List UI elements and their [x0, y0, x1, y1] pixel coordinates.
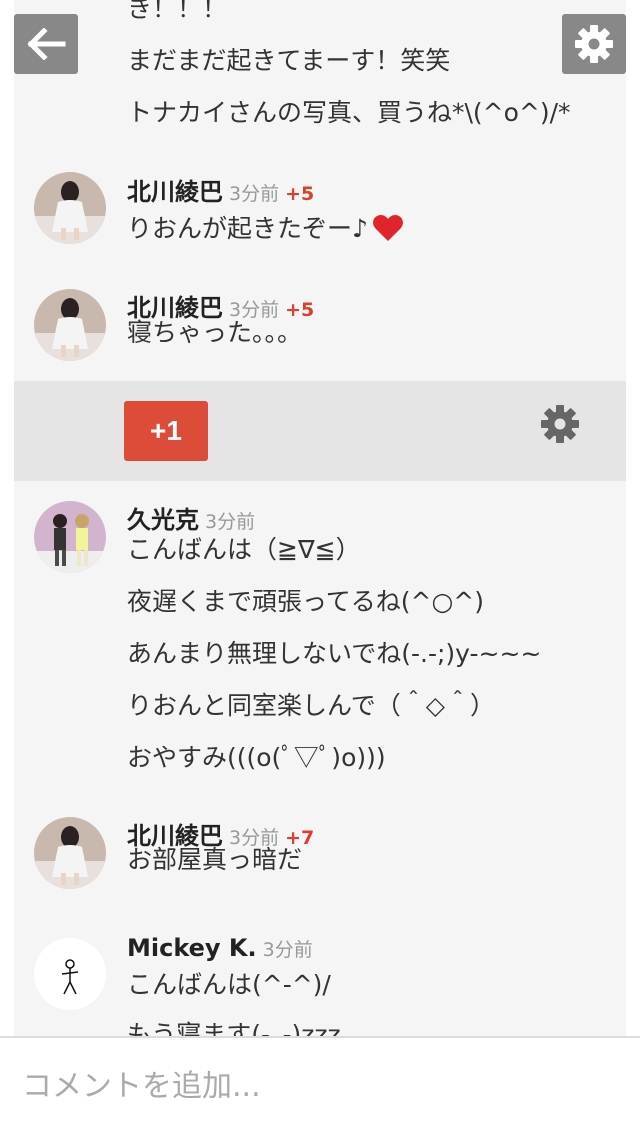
post-text-line: トナカイさんの写真、買うね*\(^o^)/* — [127, 98, 571, 127]
gear-icon[interactable] — [540, 404, 580, 444]
author-name[interactable]: Mickey K. — [127, 934, 257, 962]
avatar[interactable] — [34, 817, 106, 889]
avatar[interactable] — [34, 289, 106, 361]
plus-one-button[interactable]: +1 — [124, 401, 208, 461]
author-name[interactable]: 北川綾巴 — [127, 178, 223, 206]
timestamp: 3分前 — [262, 939, 313, 961]
plus-one-bar: +1 — [14, 381, 626, 481]
back-button[interactable] — [14, 14, 78, 74]
comment-header: 北川綾巴 3分前 +5 — [127, 172, 314, 207]
comment-text: 寝ちゃった。。。 — [127, 318, 303, 347]
avatar[interactable] — [34, 172, 106, 244]
gear-icon — [575, 25, 613, 63]
comment-text: あんまり無理しないでね(-.-;)y-~~~ — [127, 639, 542, 668]
back-arrow-icon — [27, 28, 66, 60]
heart-icon — [373, 215, 403, 241]
comment-text: おやすみ(((o(ﾟ▽ﾟ)o))) — [127, 743, 386, 772]
comment-text: 夜遅くまで頑張ってるね(^○^) — [127, 587, 484, 616]
comment-stream[interactable]: き！！！ まだまだ起きてまーす！笑笑 トナカイさんの写真、買うね*\(^o^)/… — [14, 0, 626, 1036]
right-margin — [626, 0, 640, 1036]
plus-count: +5 — [285, 183, 315, 205]
comment-header: 久光克 3分前 — [127, 500, 255, 535]
comment-text: こんばんは(^-^)/ — [127, 970, 331, 999]
avatar[interactable] — [34, 501, 106, 573]
post-text-line: き！！！ — [127, 0, 228, 23]
author-name[interactable]: 久光克 — [127, 506, 199, 534]
avatar[interactable] — [34, 938, 106, 1010]
comment-header: Mickey K. 3分前 — [127, 934, 313, 962]
comment-text: お部屋真っ暗だ — [127, 845, 303, 874]
comment-input[interactable] — [22, 1064, 602, 1108]
timestamp: 3分前 — [205, 511, 256, 533]
comment-text: りおんが起きたぞー♪ — [127, 213, 404, 244]
comment-text: りおんと同室楽しんで（＾◇＾） — [127, 691, 495, 720]
settings-button[interactable] — [562, 14, 626, 74]
comment-text: こんばんは（≧∇≦） — [127, 535, 361, 564]
timestamp: 3分前 — [229, 183, 280, 205]
left-margin — [0, 0, 14, 1036]
comment-text: もう寝ます(-_-)zzz — [127, 1020, 341, 1036]
comment-composer — [0, 1036, 640, 1136]
post-text-line: まだまだ起きてまーす！笑笑 — [127, 46, 451, 75]
